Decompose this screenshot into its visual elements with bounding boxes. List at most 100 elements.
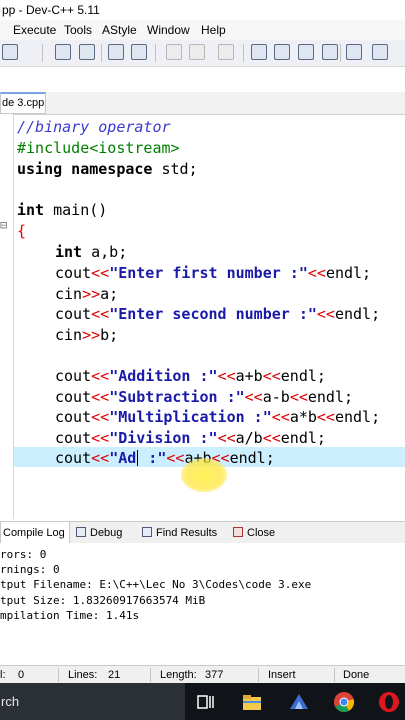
- back-icon[interactable]: [166, 44, 182, 60]
- code-text: endl;: [334, 408, 381, 426]
- string-literal: "Multiplication :": [109, 408, 272, 426]
- code-line-16: cout<<"Division :"<<a/b<<endl;: [55, 428, 326, 448]
- fullscreen-icon[interactable]: [322, 44, 338, 60]
- code-line-17: cout<<"Ad :"<<a+b<<endl;: [55, 448, 275, 468]
- code-text: a/b: [235, 429, 263, 447]
- status-col-value: 0: [18, 669, 25, 681]
- file-tab-code3[interactable]: de 3.cpp: [0, 92, 46, 114]
- toolbar-separator: [340, 44, 341, 62]
- string-literal: "Enter first number :": [109, 264, 308, 282]
- operator: <<: [316, 305, 335, 323]
- code-text: endl;: [334, 305, 381, 323]
- code-line-5: int main(): [17, 200, 107, 220]
- editor-gutter: ⊟: [0, 114, 14, 519]
- tab-find-results[interactable]: Find Results: [142, 522, 217, 544]
- code-line-10: cout<<"Enter second number :"<<endl;: [55, 304, 380, 324]
- keyword: using namespace: [17, 160, 153, 178]
- operator: >>: [82, 285, 101, 303]
- undo-icon[interactable]: [2, 44, 18, 60]
- code-line-9: cin>>a;: [55, 284, 118, 304]
- task-view-icon[interactable]: [195, 691, 217, 713]
- search-icon: [142, 527, 152, 537]
- tab-label: Find Results: [156, 527, 218, 539]
- string-literal: "Ad: [109, 449, 137, 467]
- code-text: endl;: [280, 367, 326, 385]
- code-line-11: cin>>b;: [55, 325, 118, 345]
- code-text: endl;: [280, 429, 326, 447]
- find-icon[interactable]: [55, 44, 71, 60]
- operator: >>: [82, 326, 101, 344]
- code-text: cin: [55, 285, 83, 303]
- replace-icon[interactable]: [79, 44, 95, 60]
- close-icon: [233, 527, 243, 537]
- status-separator: [58, 668, 59, 682]
- operator: <<: [307, 264, 326, 282]
- toolbar-separator: [101, 44, 102, 62]
- status-length-value: 377: [205, 669, 224, 681]
- code-text: a;: [100, 285, 119, 303]
- menu-execute[interactable]: Execute: [13, 20, 56, 40]
- file-explorer-icon[interactable]: [241, 691, 263, 713]
- operator: <<: [91, 264, 110, 282]
- menu-tools[interactable]: Tools: [64, 20, 92, 40]
- toolbar-separator: [243, 44, 244, 62]
- code-text: cout: [55, 429, 92, 447]
- taskbar: rch: [0, 683, 405, 720]
- menu-astyle[interactable]: AStyle: [102, 20, 137, 40]
- tab-label: Compile Log: [3, 527, 65, 539]
- code-line-1: //binary operator: [17, 118, 171, 136]
- code-text: endl;: [229, 449, 275, 467]
- string-literal: "Enter second number :": [109, 305, 317, 323]
- log-line: mpilation Time: 1.41s: [0, 609, 140, 622]
- string-literal: "Addition :": [109, 367, 218, 385]
- new-class-icon[interactable]: [251, 44, 267, 60]
- menu-window[interactable]: Window: [147, 20, 190, 40]
- toolbar-separator: [155, 44, 156, 62]
- tab-label: Debug: [90, 527, 123, 539]
- tab-compile-log[interactable]: Compile Log: [0, 522, 70, 544]
- opera-icon[interactable]: [378, 691, 400, 713]
- bookmark-icon[interactable]: [218, 44, 234, 60]
- string-literal: "Division :": [109, 429, 218, 447]
- close-icon[interactable]: [372, 44, 388, 60]
- menu-help[interactable]: Help: [201, 20, 226, 40]
- code-text: a*b: [289, 408, 317, 426]
- file-tab-bar: de 3.cpp: [0, 92, 405, 115]
- code-text: cout: [55, 367, 92, 385]
- dev-cpp-icon[interactable]: [288, 691, 310, 713]
- code-line-2: #include<iostream>: [17, 139, 180, 157]
- tab-debug[interactable]: Debug: [76, 522, 122, 544]
- unindent-icon[interactable]: [131, 44, 147, 60]
- indent-icon[interactable]: [108, 44, 124, 60]
- operator: <<: [91, 449, 110, 467]
- code-text: cout: [55, 388, 92, 406]
- check-icon[interactable]: [346, 44, 362, 60]
- tab-close[interactable]: Close: [233, 522, 275, 544]
- code-line-7: int a,b;: [55, 242, 127, 262]
- operator: <<: [91, 305, 110, 323]
- forward-icon[interactable]: [189, 44, 205, 60]
- code-line-14: cout<<"Subtraction :"<<a-b<<endl;: [55, 387, 353, 407]
- check-icon: [76, 527, 86, 537]
- code-line-15: cout<<"Multiplication :"<<a*b<<endl;: [55, 407, 380, 427]
- code-line-8: cout<<"Enter first number :"<<endl;: [55, 263, 371, 283]
- string-literal: "Subtraction :": [109, 388, 245, 406]
- fold-marker-icon[interactable]: ⊟: [0, 218, 7, 232]
- code-text: endl;: [307, 388, 354, 406]
- log-line: tput Filename: E:\C++\Lec No 3\Codes\cod…: [0, 578, 312, 591]
- project-icon[interactable]: [274, 44, 290, 60]
- code-line-3: using namespace std;: [17, 159, 198, 179]
- code-text: cin: [55, 326, 83, 344]
- window-title: pp - Dev-C++ 5.11: [0, 0, 405, 20]
- toolbar: [0, 40, 405, 67]
- status-lines-label: Lines:: [68, 669, 98, 681]
- chrome-icon[interactable]: [333, 691, 355, 713]
- status-separator: [258, 668, 259, 682]
- operator: <<: [271, 408, 290, 426]
- taskbar-search[interactable]: rch: [0, 683, 185, 720]
- code-text: cout: [55, 408, 92, 426]
- layout-icon[interactable]: [298, 44, 314, 60]
- code-text: cout: [55, 449, 92, 467]
- code-text: b;: [100, 326, 119, 344]
- operator: <<: [91, 388, 110, 406]
